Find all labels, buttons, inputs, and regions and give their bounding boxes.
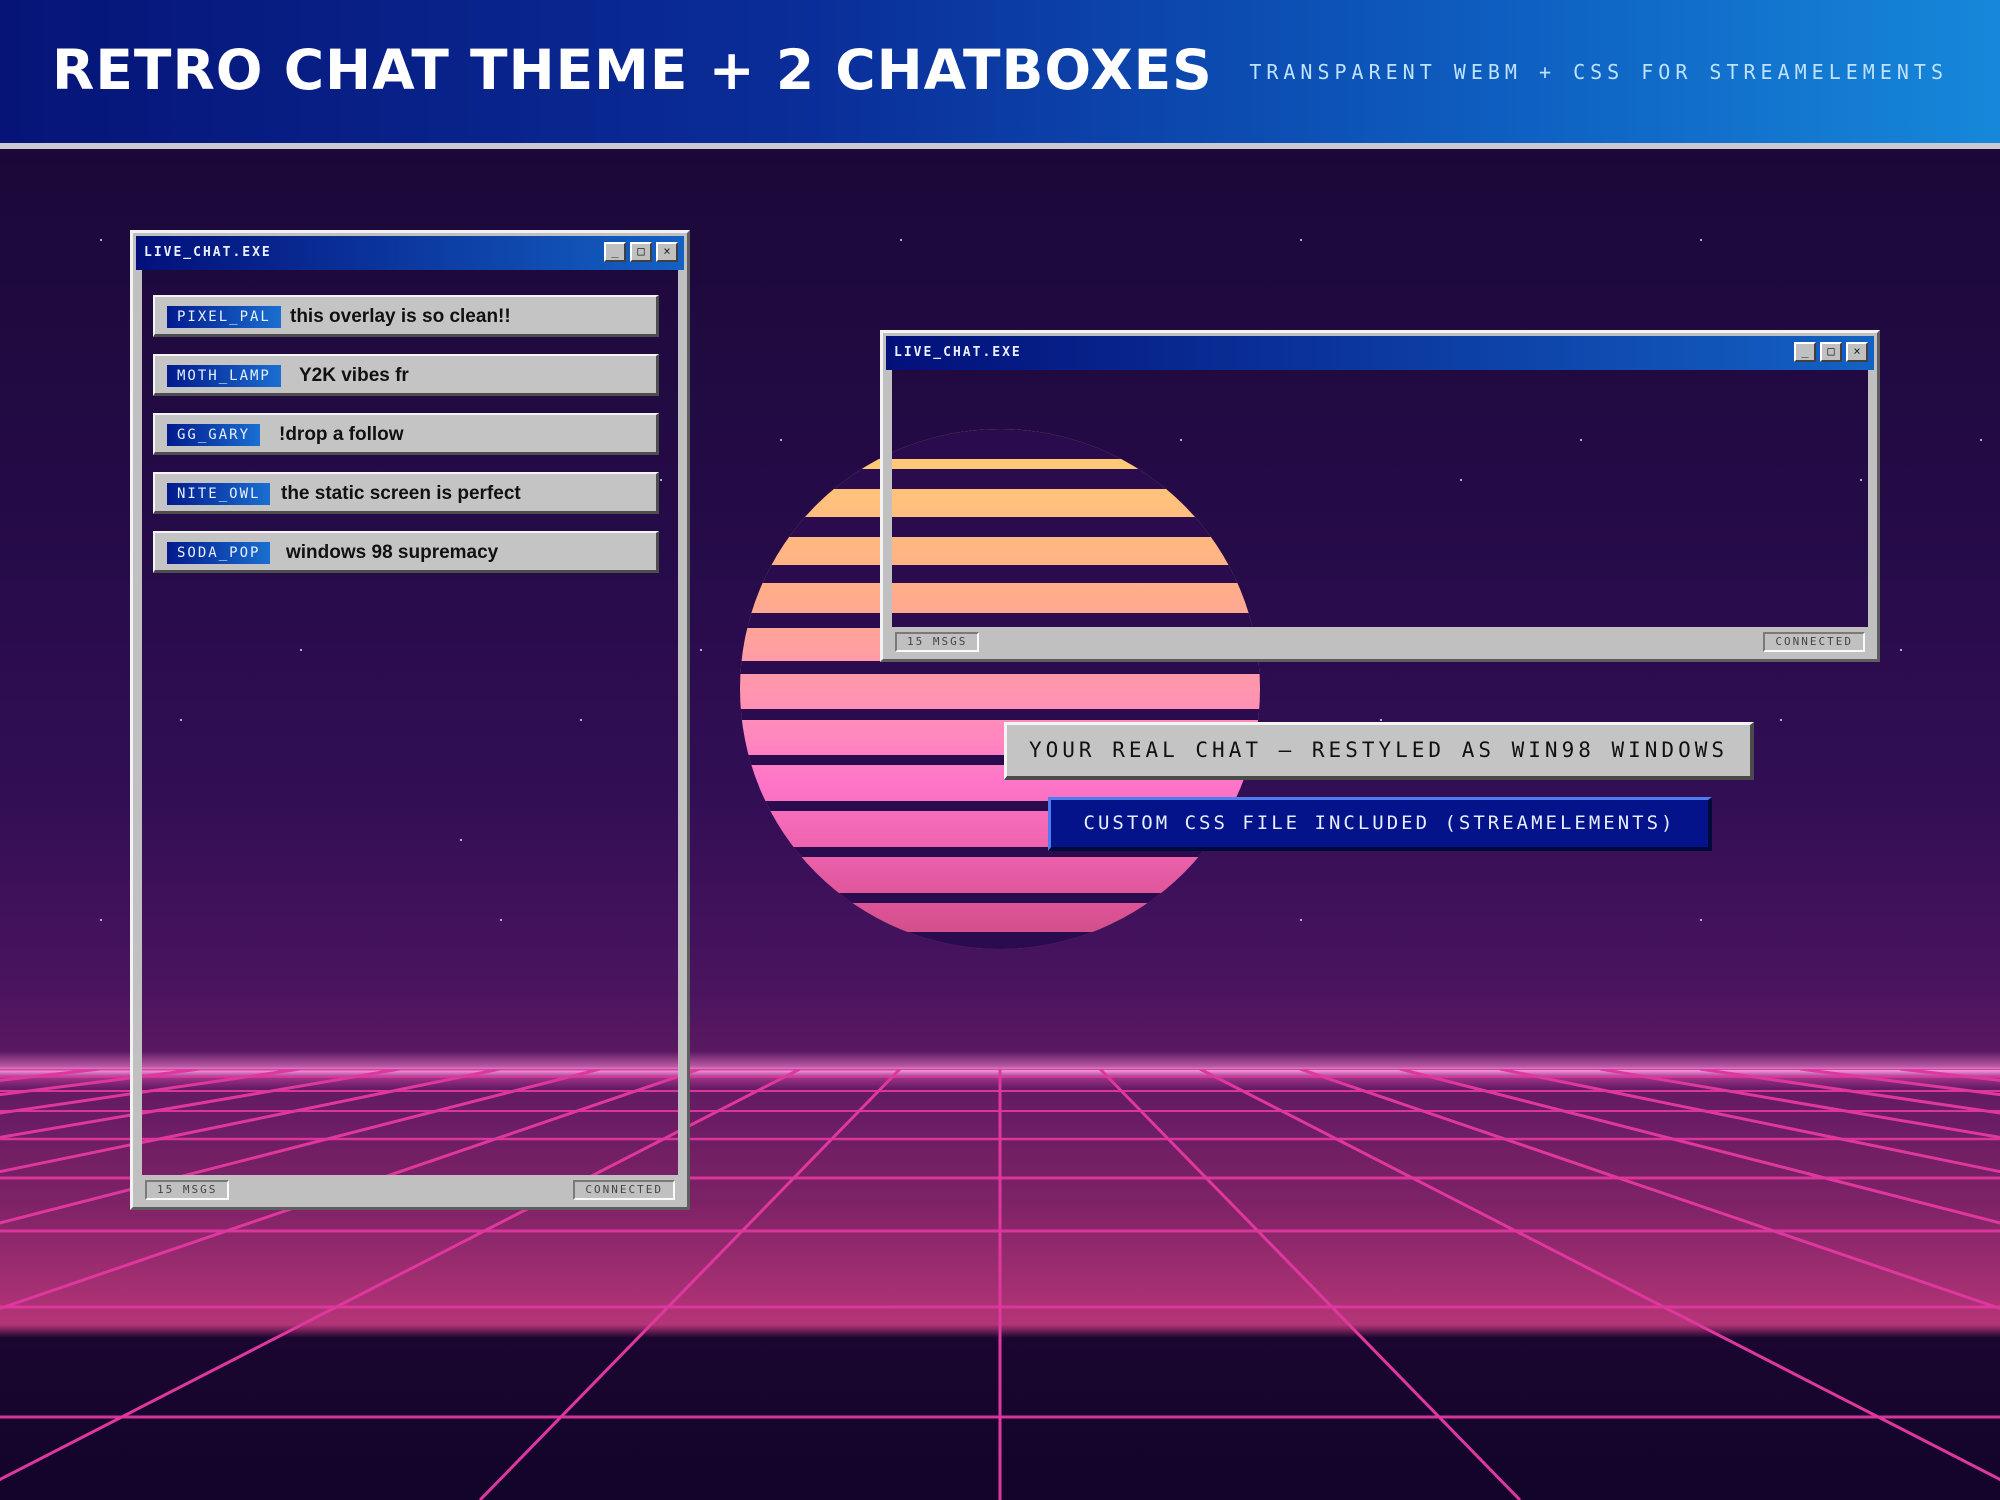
minimize-button[interactable]: _ [604, 242, 626, 262]
window-title: LIVE_CHAT.EXE [144, 245, 272, 260]
grid-line [1098, 1069, 1522, 1500]
title-bar[interactable]: LIVE_CHAT.EXE _ □ × [136, 236, 684, 270]
chat-text: the static screen is perfect [281, 483, 521, 504]
chat-area [892, 373, 1868, 629]
connection-status: CONNECTED [1763, 632, 1865, 652]
star [100, 239, 102, 241]
chat-message: GG_GARY !drop a follow [153, 413, 659, 455]
chat-message: MOTH_LAMP Y2K vibes fr [153, 354, 659, 396]
close-button[interactable]: × [656, 242, 678, 262]
star [100, 919, 102, 921]
chat-username: PIXEL_PAL [167, 306, 281, 328]
chat-username: GG_GARY [167, 424, 261, 446]
maximize-button[interactable]: □ [1820, 342, 1842, 362]
star [1980, 439, 1982, 441]
chat-username: SODA_POP [167, 542, 271, 564]
star [1700, 239, 1702, 241]
star [900, 239, 902, 241]
chat-message: SODA_POP windows 98 supremacy [153, 531, 659, 573]
star [1300, 239, 1302, 241]
page-title: RETRO CHAT THEME + 2 CHATBOXES [52, 38, 1213, 102]
minimize-button[interactable]: _ [1794, 342, 1816, 362]
status-bar: 15 MSGS CONNECTED [889, 632, 1871, 654]
maximize-button[interactable]: □ [630, 242, 652, 262]
chat-text: windows 98 supremacy [286, 542, 499, 563]
chat-username: NITE_OWL [167, 483, 271, 505]
page-subtitle: TRANSPARENT WEBM + CSS FOR STREAMELEMENT… [1249, 60, 1948, 84]
message-count: 15 MSGS [895, 632, 980, 652]
chat-window-tall[interactable]: LIVE_CHAT.EXE _ □ × PIXEL_PAL this overlay… [130, 230, 690, 1210]
chat-message: NITE_OWL the static screen is perfect [153, 472, 659, 514]
grid-line [1599, 1069, 2000, 1139]
grid-line [1699, 1069, 2000, 1115]
star [1700, 919, 1702, 921]
chat-text: Y2K vibes fr [299, 365, 409, 386]
chat-text: !drop a follow [279, 424, 404, 445]
grid-line [1499, 1069, 2000, 1174]
chat-area [142, 273, 678, 1177]
star [1900, 649, 1902, 651]
title-bar[interactable]: LIVE_CHAT.EXE _ □ × [886, 336, 1874, 370]
css-callout: CUSTOM CSS FILE INCLUDED (STREAMELEMENTS… [1048, 797, 1712, 851]
window-title: LIVE_CHAT.EXE [894, 345, 1022, 360]
chat-message: PIXEL_PAL this overlay is so clean!! [153, 295, 659, 337]
connection-status: CONNECTED [573, 1180, 675, 1200]
chat-text: this overlay is so clean!! [290, 306, 511, 327]
grid-line [1199, 1069, 2000, 1482]
message-count: 15 MSGS [145, 1180, 230, 1200]
star [700, 649, 702, 651]
star [1780, 719, 1782, 721]
chat-window-wide[interactable]: LIVE_CHAT.EXE _ □ × 15 MSGS CONNECTED [880, 330, 1880, 662]
star [1380, 719, 1382, 721]
close-button[interactable]: × [1846, 342, 1868, 362]
status-bar: 15 MSGS CONNECTED [139, 1180, 681, 1202]
star [1300, 919, 1302, 921]
header-banner: RETRO CHAT THEME + 2 CHATBOXES TRANSPARE… [0, 0, 2000, 143]
chat-username: MOTH_LAMP [167, 365, 281, 387]
feature-callout: YOUR REAL CHAT — RESTYLED AS WIN98 WINDO… [1004, 722, 1754, 780]
